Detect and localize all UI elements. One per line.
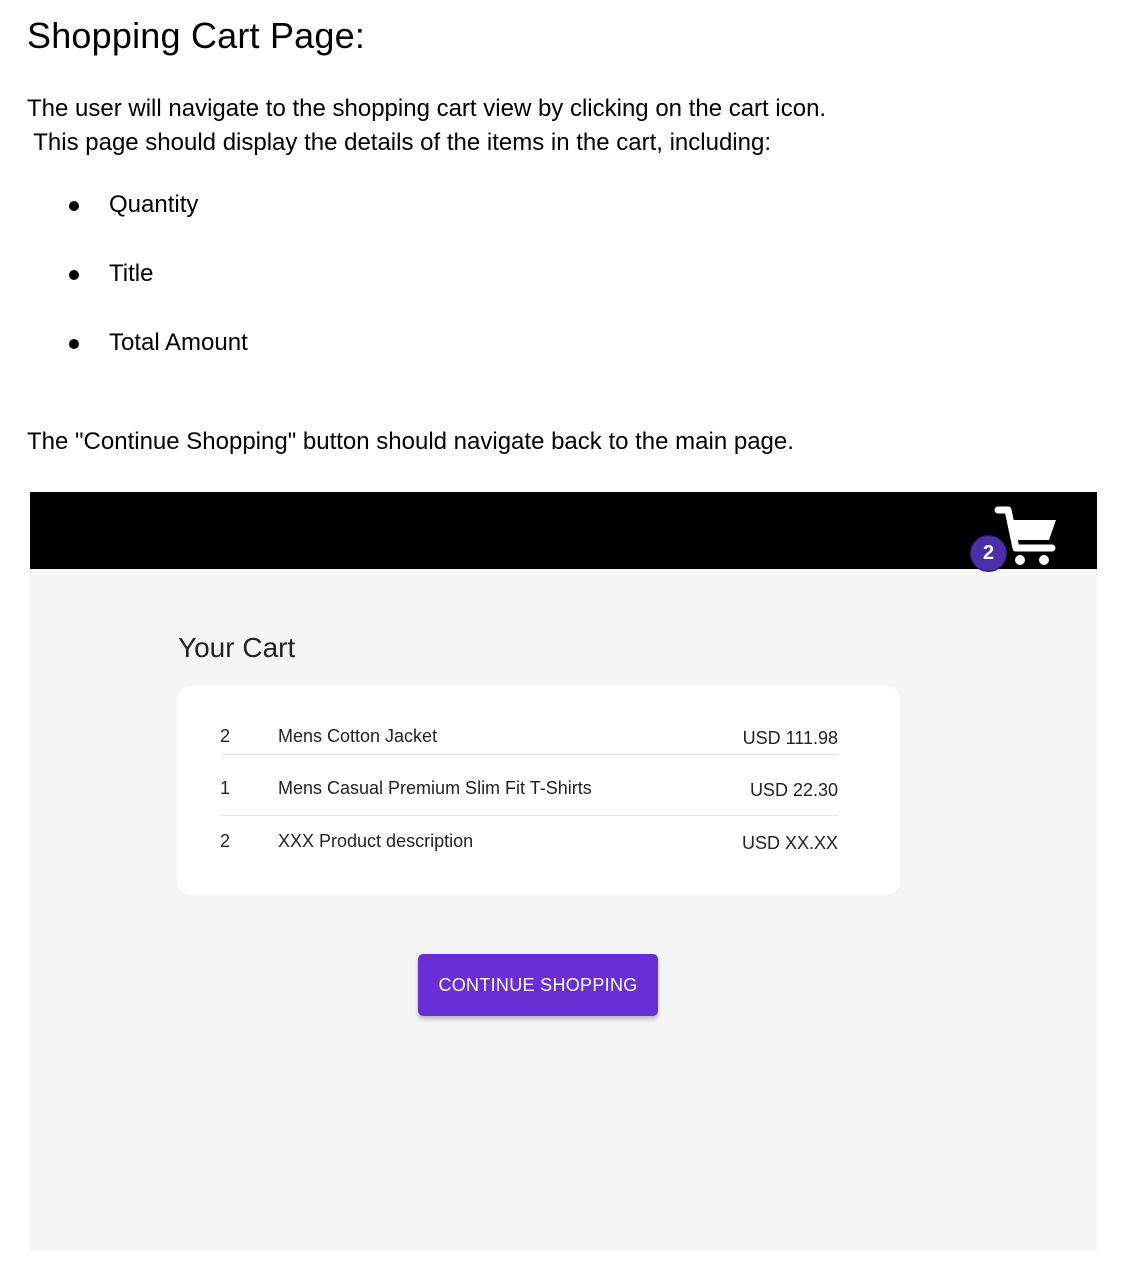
- list-item-label: Title: [109, 260, 154, 287]
- continue-shopping-button[interactable]: CONTINUE SHOPPING: [418, 954, 658, 1016]
- item-quantity: 2: [220, 726, 231, 746]
- cart-count-badge: 2: [970, 535, 1007, 572]
- item-title: Mens Cotton Jacket: [278, 726, 438, 746]
- page-title: Shopping Cart Page:: [27, 15, 366, 56]
- spec-requirements-list: Quantity Title Total Amount: [60, 188, 248, 395]
- cart-items-card: 2 Mens Cotton Jacket USD 111.98 1 Mens C…: [177, 686, 900, 895]
- cart-heading: Your Cart: [178, 632, 296, 663]
- list-item: Quantity: [60, 188, 248, 222]
- cart-row: 1 Mens Casual Premium Slim Fit T-Shirts …: [220, 778, 838, 816]
- spec-intro: The user will navigate to the shopping c…: [27, 92, 826, 160]
- list-item: Total Amount: [60, 326, 248, 360]
- cart-button[interactable]: 2: [970, 504, 1062, 602]
- bullet-icon: [69, 201, 79, 211]
- row-divider: [221, 754, 838, 755]
- list-item-label: Quantity: [109, 191, 199, 218]
- spec-intro-line-1: The user will navigate to the shopping c…: [27, 95, 827, 122]
- list-item: Title: [60, 257, 248, 291]
- spec-intro-line-2: This page should display the details of …: [27, 129, 771, 156]
- bullet-icon: [69, 339, 79, 349]
- cart-row: 2 Mens Cotton Jacket USD 111.98: [220, 726, 838, 755]
- spec-note: The "Continue Shopping" button should na…: [27, 428, 794, 455]
- item-amount: USD 22.30: [749, 780, 838, 800]
- item-title: Mens Casual Premium Slim Fit T-Shirts: [278, 778, 592, 798]
- item-quantity: 1: [220, 778, 231, 798]
- item-amount: USD 111.98: [742, 728, 838, 748]
- bullet-icon: [69, 270, 79, 280]
- item-title: XXX Product description: [278, 831, 474, 851]
- app-bar: [30, 492, 1097, 569]
- item-quantity: 2: [220, 831, 231, 851]
- list-item-label: Total Amount: [109, 329, 248, 356]
- row-divider: [221, 815, 838, 816]
- item-amount: USD XX.XX: [741, 833, 838, 853]
- cart-row: 2 XXX Product description USD XX.XX: [220, 831, 838, 861]
- cart-page-mockup: 2 Your Cart 2 Mens Cotton Jacket USD 111…: [30, 492, 1097, 1251]
